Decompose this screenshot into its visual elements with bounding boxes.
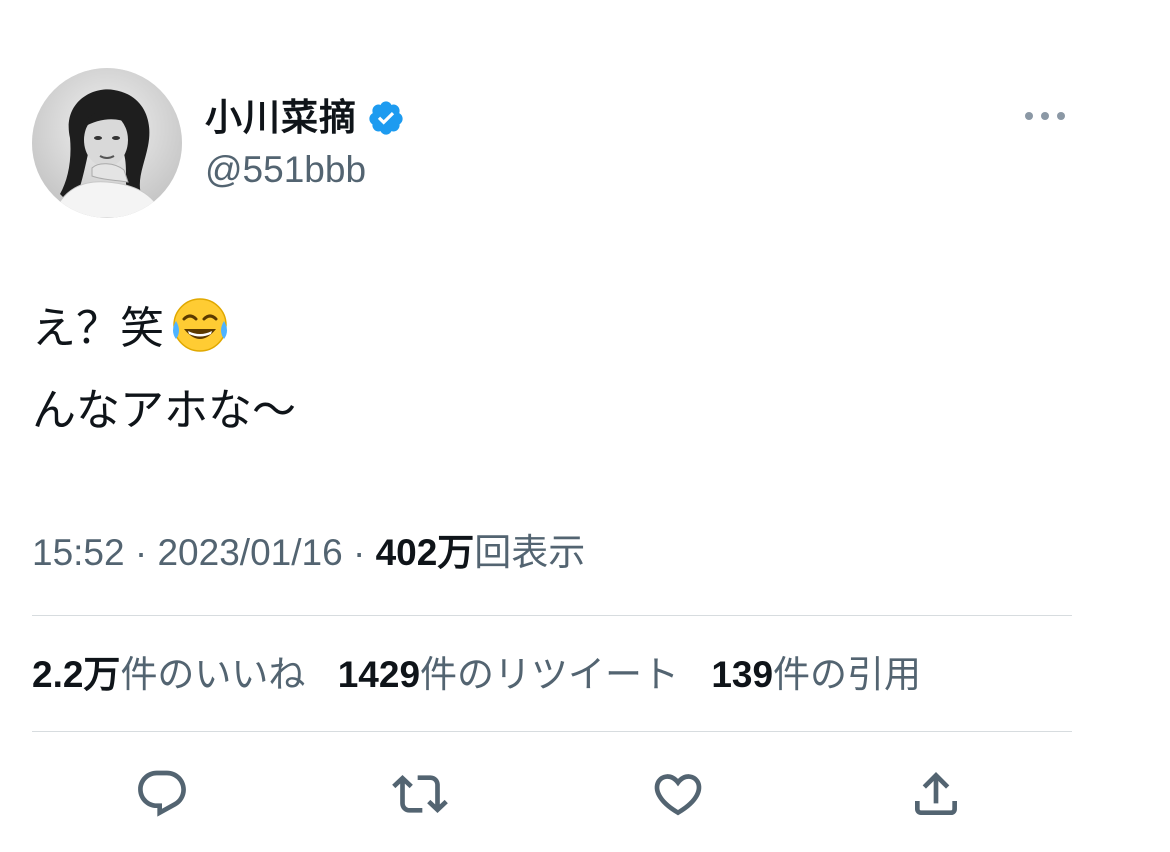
tweet-line-1: え？笑: [32, 288, 296, 370]
quotes-label: 件の引用: [773, 654, 922, 695]
author-handle[interactable]: @551bbb: [205, 148, 366, 192]
tweet-line-2: んなアホな〜: [32, 385, 296, 436]
tweet-date[interactable]: 2023/01/16: [157, 532, 342, 573]
more-options-button[interactable]: [1020, 100, 1070, 132]
reply-icon: [138, 770, 186, 817]
avatar[interactable]: [32, 68, 182, 218]
share-icon: [915, 772, 957, 815]
tweet-text: え？笑 んなアホな〜: [32, 288, 296, 452]
tweet-time[interactable]: 15:52: [32, 532, 125, 573]
views-label[interactable]: 回表示: [474, 532, 585, 573]
meta-separator: ·: [134, 532, 148, 573]
reply-button[interactable]: [130, 762, 194, 826]
quotes-count: 139: [711, 654, 774, 695]
quotes-stat[interactable]: 139件の引用: [711, 650, 921, 700]
views-count[interactable]: 402万: [376, 532, 475, 573]
retweets-stat[interactable]: 1429件のリツイート: [338, 650, 679, 700]
retweets-count: 1429: [337, 654, 421, 695]
display-name-text[interactable]: 小川菜摘: [205, 96, 357, 140]
tweet-meta: 15:52 · 2023/01/16 · 402万回表示: [32, 528, 585, 578]
verified-badge-icon: [369, 101, 403, 135]
retweet-button[interactable]: [388, 762, 452, 826]
likes-count: 2.2万: [32, 654, 121, 695]
retweets-label: 件のリツイート: [420, 654, 680, 695]
share-button[interactable]: [904, 762, 968, 826]
author-name[interactable]: 小川菜摘: [205, 96, 405, 140]
like-button[interactable]: [646, 762, 710, 826]
more-dots-icon: [1025, 112, 1065, 120]
like-icon: [654, 774, 702, 816]
divider: [32, 615, 1072, 616]
face-with-tears-of-joy-icon: [173, 298, 227, 352]
tweet-stats: 2.2万件のいいね 1429件のリツイート 139件の引用: [32, 650, 943, 700]
likes-label: 件のいいね: [120, 654, 306, 695]
avatar-photo: [32, 68, 182, 218]
retweet-icon: [392, 775, 448, 813]
action-bar: [0, 762, 1170, 832]
divider: [32, 731, 1072, 732]
meta-separator: ·: [352, 532, 366, 573]
likes-stat[interactable]: 2.2万件のいいね: [32, 650, 305, 700]
